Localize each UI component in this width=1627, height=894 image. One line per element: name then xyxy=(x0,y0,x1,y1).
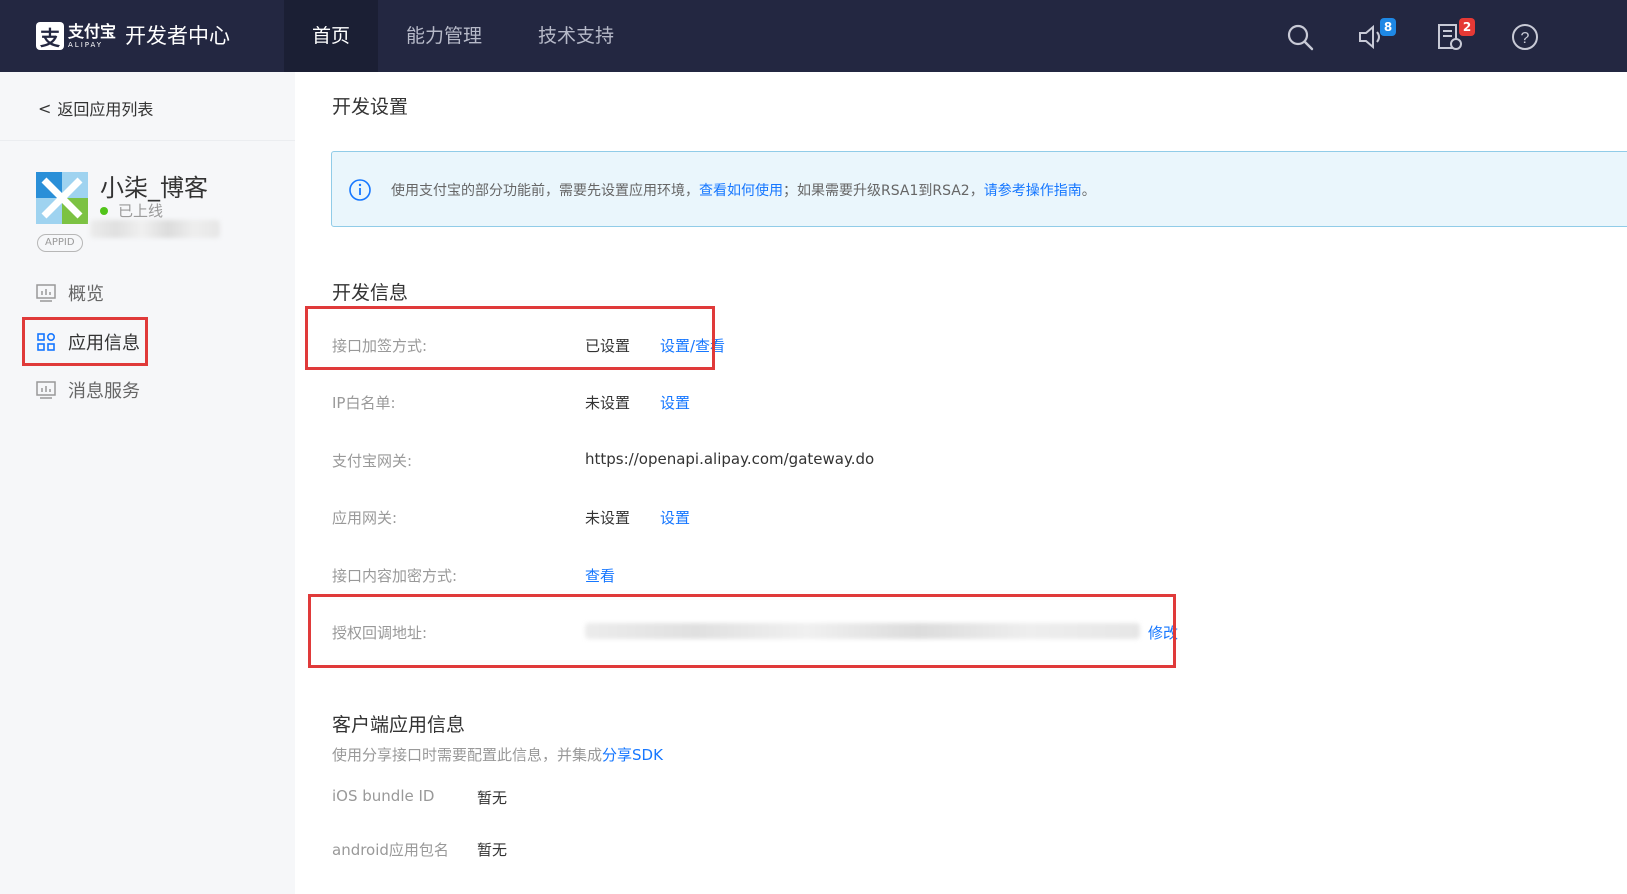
sidebar-item-message-service[interactable]: 消息服务 xyxy=(36,368,140,412)
ios-bundle-id-value: 暂无 xyxy=(477,789,508,807)
back-label: 返回应用列表 xyxy=(57,100,154,119)
chart-icon xyxy=(36,284,56,302)
app-name: 小柒_博客 xyxy=(100,174,208,202)
nav-item-home[interactable]: 首页 xyxy=(284,0,379,72)
sidebar-item-overview[interactable]: 概览 xyxy=(36,271,104,315)
ip-whitelist-label: IP白名单: xyxy=(332,394,396,412)
main-nav: 首页 能力管理 技术支持 xyxy=(284,0,642,72)
sidebar-divider xyxy=(0,140,295,141)
online-status-dot xyxy=(100,206,108,215)
content-encrypt-label: 接口内容加密方式: xyxy=(332,567,458,585)
client-app-info-title: 客户端应用信息 xyxy=(332,714,466,736)
app-gateway-set-link[interactable]: 设置 xyxy=(660,507,690,528)
sidebar-item-overview-label: 概览 xyxy=(68,284,104,305)
operation-guide-link[interactable]: 请参考操作指南 xyxy=(984,183,1082,199)
alipay-gateway-label: 支付宝网关: xyxy=(332,452,413,470)
highlight-box-sign-method xyxy=(305,306,715,370)
tasks-badge: 2 xyxy=(1459,18,1475,36)
alipay-logo-icon: 支 xyxy=(36,22,64,50)
app-gateway-value: 未设置 xyxy=(585,509,631,527)
notice-badge: 8 xyxy=(1380,18,1396,36)
highlight-box-app-info xyxy=(22,317,148,366)
android-package-label: android应用包名 xyxy=(332,841,449,859)
help-icon[interactable]: ? xyxy=(1510,22,1540,52)
notice-banner: 使用支付宝的部分功能前，需要先设置应用环境，查看如何使用；如果需要升级RSA1到… xyxy=(331,151,1627,227)
chevron-left-icon: < xyxy=(38,98,52,118)
ip-whitelist-value: 未设置 xyxy=(585,394,631,412)
main-content: 开发设置 使用支付宝的部分功能前，需要先设置应用环境，查看如何使用；如果需要升级… xyxy=(295,72,1627,894)
chart-icon xyxy=(36,381,56,399)
content-encrypt-view-link[interactable]: 查看 xyxy=(585,565,615,586)
app-icon xyxy=(36,172,88,224)
task-list-icon[interactable]: 2 xyxy=(1435,18,1475,52)
nav-item-capability[interactable]: 能力管理 xyxy=(378,0,510,72)
sidebar-item-message-service-label: 消息服务 xyxy=(68,381,140,402)
logo-cn-text: 支付宝 xyxy=(68,21,117,41)
highlight-box-auth-callback xyxy=(308,594,1176,668)
dev-info-title: 开发信息 xyxy=(332,282,409,304)
ios-bundle-id-label: iOS bundle ID xyxy=(332,787,435,805)
back-to-app-list-link[interactable]: < 返回应用列表 xyxy=(38,96,153,120)
search-icon[interactable] xyxy=(1285,22,1315,52)
client-app-info-desc: 使用分享接口时需要配置此信息，并集成分享SDK xyxy=(332,746,663,764)
app-status: 已上线 xyxy=(100,200,163,221)
appid-value-redacted xyxy=(90,220,220,238)
appid-tag: APPID xyxy=(37,234,83,252)
ip-whitelist-set-link[interactable]: 设置 xyxy=(660,392,690,413)
android-package-value: 暂无 xyxy=(477,841,508,859)
how-to-use-link[interactable]: 查看如何使用 xyxy=(699,183,783,199)
portal-title: 开发者中心 xyxy=(125,24,230,48)
nav-item-support[interactable]: 技术支持 xyxy=(510,0,642,72)
dev-settings-title: 开发设置 xyxy=(332,96,409,118)
speaker-icon[interactable]: 8 xyxy=(1356,18,1396,52)
app-status-text: 已上线 xyxy=(118,202,164,220)
alipay-gateway-value: https://openapi.alipay.com/gateway.do xyxy=(585,450,875,468)
app-gateway-label: 应用网关: xyxy=(332,509,398,527)
svg-text:?: ? xyxy=(1521,30,1530,47)
sidebar: < 返回应用列表 小柒_博客 已上线 APPID 概览 应用信息 消息服务 xyxy=(0,72,295,894)
top-bar: 支 支付宝 ALIPAY 开发者中心 首页 能力管理 技术支持 8 2 ? xyxy=(0,0,1627,72)
alipay-logo[interactable]: 支 支付宝 ALIPAY xyxy=(36,20,116,52)
logo-en-text: ALIPAY xyxy=(68,40,104,49)
info-icon xyxy=(349,179,371,201)
notice-text: 使用支付宝的部分功能前，需要先设置应用环境，查看如何使用；如果需要升级RSA1到… xyxy=(391,183,1096,199)
share-sdk-link[interactable]: 分享SDK xyxy=(602,746,663,764)
